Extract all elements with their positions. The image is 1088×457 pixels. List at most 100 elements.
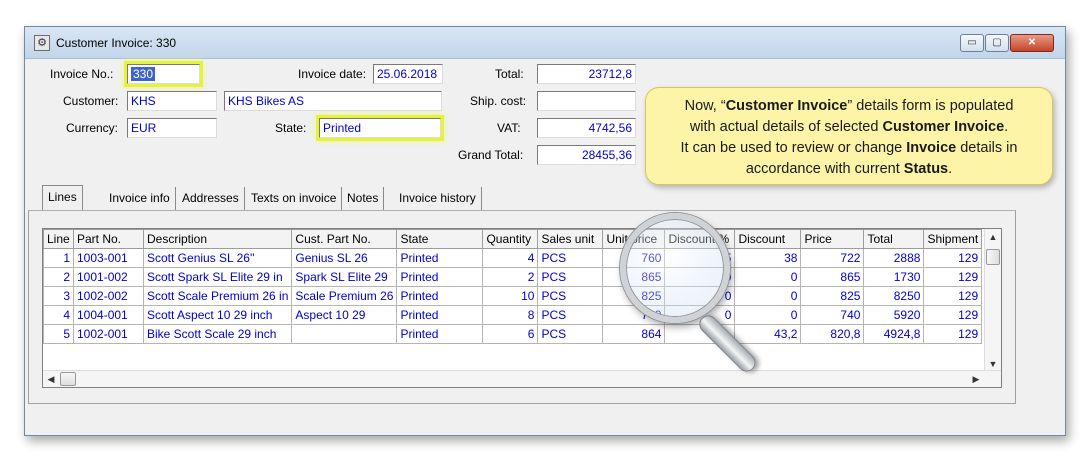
grand-total-field[interactable]: 28455,36: [537, 145, 636, 165]
cell-description[interactable]: Scott Aspect 10 29 inch: [142, 305, 293, 325]
currency-field[interactable]: EUR: [127, 118, 217, 138]
cell-state[interactable]: Printed: [396, 248, 484, 268]
cell-unit-price[interactable]: 864: [602, 324, 666, 344]
cell-discount[interactable]: 43,2: [734, 324, 802, 344]
cell-description[interactable]: Bike Scott Scale 29 inch: [142, 324, 293, 344]
ship-cost-field[interactable]: [537, 91, 636, 111]
scroll-up-icon[interactable]: ▲: [985, 229, 1001, 245]
column-header-sales-unit[interactable]: Sales unit: [537, 229, 604, 249]
cell-part-no[interactable]: 1002-002: [73, 286, 144, 306]
customer-name-field[interactable]: KHS Bikes AS: [224, 91, 442, 111]
cell-quantity[interactable]: 2: [482, 267, 539, 287]
horizontal-scrollbar[interactable]: ◀ ▶: [43, 370, 1001, 387]
cell-part-no[interactable]: 1004-001: [73, 305, 144, 325]
table-row[interactable]: 2 1001-002 Scott Spark SL Elite 29 in Sp…: [43, 267, 983, 287]
cell-sales-unit[interactable]: PCS: [537, 305, 604, 325]
cell-price[interactable]: 825: [800, 286, 865, 306]
horizontal-scroll-thumb[interactable]: [60, 372, 76, 386]
cell-line[interactable]: 5: [43, 324, 74, 344]
tab-invoice-info[interactable]: Invoice info: [104, 187, 176, 210]
cell-sales-unit[interactable]: PCS: [537, 267, 604, 287]
table-row[interactable]: 5 1002-001 Bike Scott Scale 29 inch Prin…: [43, 324, 983, 344]
cell-discount[interactable]: 0: [734, 305, 802, 325]
cell-sales-unit[interactable]: PCS: [537, 286, 604, 306]
cell-quantity[interactable]: 10: [482, 286, 539, 306]
table-row[interactable]: 4 1004-001 Scott Aspect 10 29 inch Aspec…: [43, 305, 983, 325]
cell-cust-part-no[interactable]: [291, 324, 398, 344]
cell-price[interactable]: 740: [800, 305, 865, 325]
cell-cust-part-no[interactable]: Spark SL Elite 29: [291, 267, 398, 287]
cell-line[interactable]: 4: [43, 305, 74, 325]
cell-state[interactable]: Printed: [396, 286, 484, 306]
cell-total[interactable]: 1730: [863, 267, 925, 287]
cell-sales-unit[interactable]: PCS: [537, 248, 604, 268]
cell-total[interactable]: 4924,8: [863, 324, 925, 344]
cell-line[interactable]: 3: [43, 286, 74, 306]
cell-quantity[interactable]: 8: [482, 305, 539, 325]
cell-quantity[interactable]: 4: [482, 248, 539, 268]
cell-state[interactable]: Printed: [396, 267, 484, 287]
table-row[interactable]: 3 1002-002 Scott Scale Premium 26 in Sca…: [43, 286, 983, 306]
cell-total[interactable]: 2888: [863, 248, 925, 268]
lines-grid[interactable]: Line Part No. Description Cust. Part No.…: [42, 228, 1002, 388]
vertical-scroll-thumb[interactable]: [986, 249, 1000, 265]
cell-quantity[interactable]: 6: [482, 324, 539, 344]
total-field[interactable]: 23712,8: [537, 64, 636, 84]
column-header-discount[interactable]: Discount: [734, 229, 802, 249]
callout-text: ” details form is populated: [847, 98, 1014, 114]
tab-texts-on-invoice[interactable]: Texts on invoice: [246, 187, 343, 210]
tab-invoice-history[interactable]: Invoice history: [394, 187, 482, 210]
cell-discount[interactable]: 0: [734, 286, 802, 306]
maximize-button[interactable]: ▢: [985, 34, 1009, 52]
cell-shipment[interactable]: 129: [923, 324, 983, 344]
cell-sales-unit[interactable]: PCS: [537, 324, 604, 344]
column-header-price[interactable]: Price: [800, 229, 865, 249]
cell-price[interactable]: 820,8: [800, 324, 865, 344]
column-header-shipment[interactable]: Shipment: [923, 229, 983, 249]
cell-description[interactable]: Scott Scale Premium 26 in: [142, 286, 293, 306]
cell-line[interactable]: 1: [43, 248, 74, 268]
cell-price[interactable]: 722: [800, 248, 865, 268]
cell-price[interactable]: 865: [800, 267, 865, 287]
cell-shipment[interactable]: 129: [923, 286, 983, 306]
customer-code-field[interactable]: KHS: [127, 91, 217, 111]
cell-description[interactable]: Scott Spark SL Elite 29 in: [142, 267, 293, 287]
cell-cust-part-no[interactable]: Scale Premium 26: [291, 286, 398, 306]
scroll-right-icon[interactable]: ▶: [968, 371, 984, 387]
invoice-date-field[interactable]: 25.06.2018: [373, 64, 443, 84]
close-button[interactable]: ✕: [1010, 34, 1054, 52]
column-header-description[interactable]: Description: [142, 229, 293, 249]
column-header-total[interactable]: Total: [863, 229, 925, 249]
column-header-cust-part-no[interactable]: Cust. Part No.: [291, 229, 398, 249]
cell-cust-part-no[interactable]: Aspect 10 29: [291, 305, 398, 325]
cell-line[interactable]: 2: [43, 267, 74, 287]
column-header-state[interactable]: State: [396, 229, 484, 249]
cell-discount[interactable]: 0: [734, 267, 802, 287]
tab-lines[interactable]: Lines: [42, 185, 83, 210]
scroll-left-icon[interactable]: ◀: [43, 371, 59, 387]
vertical-scrollbar[interactable]: ▲ ▼: [984, 229, 1001, 372]
cell-shipment[interactable]: 129: [923, 305, 983, 325]
cell-part-no[interactable]: 1001-002: [73, 267, 144, 287]
tab-notes[interactable]: Notes: [342, 187, 385, 210]
minimize-button[interactable]: ▭: [960, 34, 984, 52]
cell-state[interactable]: Printed: [396, 324, 484, 344]
vat-field[interactable]: 4742,56: [537, 118, 636, 138]
cell-cust-part-no[interactable]: Genius SL 26: [291, 248, 398, 268]
cell-total[interactable]: 8250: [863, 286, 925, 306]
cell-description[interactable]: Scott Genius SL 26'': [142, 248, 293, 268]
tab-addresses[interactable]: Addresses: [177, 187, 245, 210]
column-header-part-no[interactable]: Part No.: [73, 229, 144, 249]
cell-discount[interactable]: 38: [734, 248, 802, 268]
cell-total[interactable]: 5920: [863, 305, 925, 325]
table-row[interactable]: 1 1003-001 Scott Genius SL 26'' Genius S…: [43, 248, 983, 268]
cell-shipment[interactable]: 129: [923, 267, 983, 287]
state-field[interactable]: Printed: [319, 118, 441, 138]
cell-part-no[interactable]: 1003-001: [73, 248, 144, 268]
cell-part-no[interactable]: 1002-001: [73, 324, 144, 344]
cell-shipment[interactable]: 129: [923, 248, 983, 268]
column-header-line[interactable]: Line: [43, 229, 74, 249]
cell-state[interactable]: Printed: [396, 305, 484, 325]
column-header-quantity[interactable]: Quantity: [482, 229, 539, 249]
invoice-no-field[interactable]: 330: [127, 64, 200, 84]
